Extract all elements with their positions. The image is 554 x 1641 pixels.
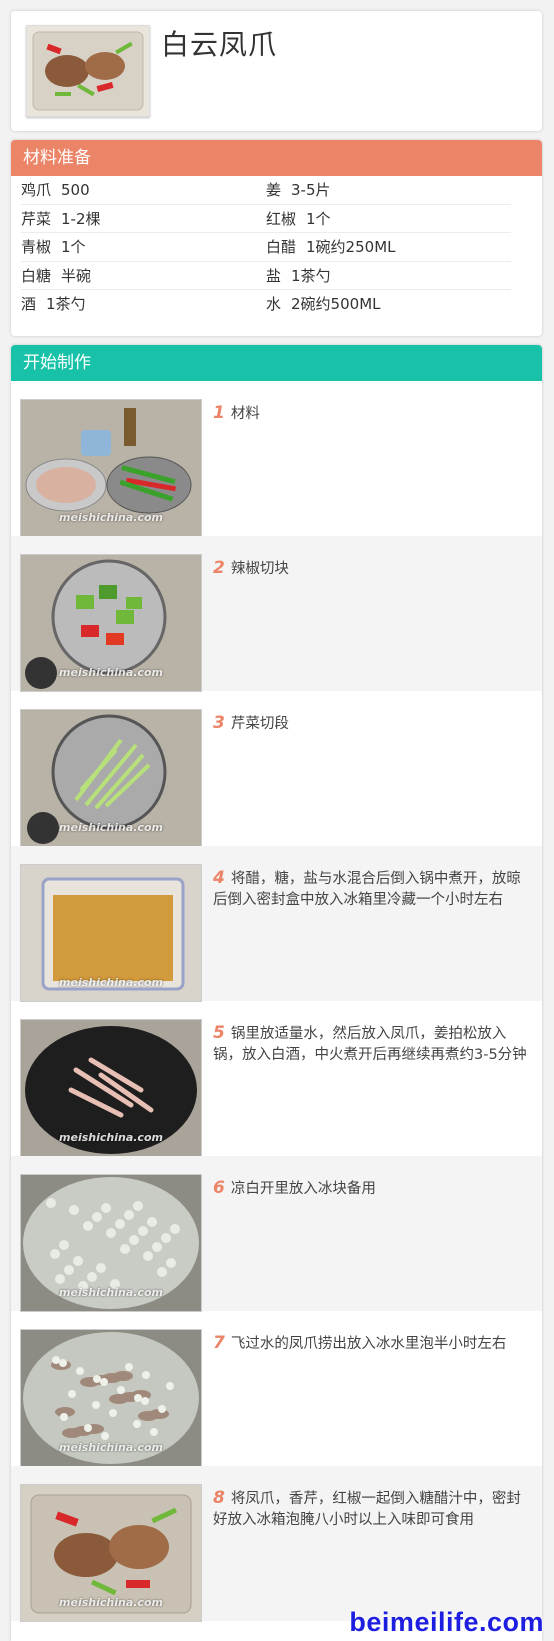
step-number: 4 [213, 868, 225, 888]
ingredient-amount: 3-5片 [291, 181, 331, 199]
photo-watermark: meishichina.com [59, 1441, 163, 1454]
step-photo[interactable]: meishichina.com [20, 1329, 202, 1467]
step-description: 5 锅里放适量水，然后放入凤爪，姜拍松放入锅，放入白酒，中火煮开后再继续再煮约3-… [213, 1023, 531, 1066]
step-photo[interactable]: meishichina.com [20, 1019, 202, 1157]
photo-watermark: meishichina.com [59, 976, 163, 989]
ingredient-amount: 1茶勺 [291, 266, 331, 285]
ingredient-amount: 半碗 [61, 266, 92, 285]
step-photo[interactable]: meishichina.com [20, 554, 202, 692]
step-item: meishichina.com 8 将凤爪，香芹，红椒一起倒入糖醋汁中，密封好放入冰… [11, 1466, 542, 1622]
ingredient-row: 芹菜 1-2棵 红椒 1个 [21, 205, 532, 233]
step-text: 将醋，糖，盐与水混合后倒入锅中煮开，放晾后倒入密封盒中放入冰箱里冷藏一个小时左右 [213, 871, 521, 908]
step-description: 7 飞过水的凤爪捞出放入冰水里泡半小时左右 [213, 1333, 531, 1355]
step-text: 将凤爪，香芹，红椒一起倒入糖醋汁中，密封好放入冰箱泡腌八小时以上入味即可食用 [213, 1491, 521, 1528]
step-photo[interactable]: meishichina.com [20, 399, 202, 537]
steps-heading: 开始制作 [11, 345, 542, 381]
ingredient-name: 芹菜 [21, 209, 52, 228]
step-photo[interactable]: meishichina.com [20, 709, 202, 847]
step-number: 7 [213, 1333, 225, 1353]
ingredient-name: 水 [266, 295, 282, 313]
step-photo[interactable]: meishichina.com [20, 1484, 202, 1622]
step-description: 8 将凤爪，香芹，红椒一起倒入糖醋汁中，密封好放入冰箱泡腌八小时以上入味即可食用 [213, 1488, 531, 1531]
step-number: 6 [213, 1178, 225, 1198]
step-text: 锅里放适量水，然后放入凤爪，姜拍松放入锅，放入白酒，中火煮开后再继续再煮约3-5… [213, 1026, 527, 1063]
recipe-thumbnail[interactable] [26, 25, 150, 117]
step-item: meishichina.com 2 辣椒切块 [11, 536, 542, 692]
ingredient-name: 红椒 [266, 209, 297, 228]
ingredient-item: 白醋 1碗约250ML [266, 233, 511, 262]
site-logo[interactable]: beimeilife.com [349, 1607, 544, 1638]
ingredient-amount: 1碗约250ML [306, 238, 396, 256]
step-text: 飞过水的凤爪捞出放入冰水里泡半小时左右 [230, 1336, 507, 1352]
step-item: meishichina.com 5 锅里放适量水，然后放入凤爪，姜拍松放入锅，放入白… [11, 1001, 542, 1157]
ingredient-item: 白糖 半碗 [21, 262, 266, 290]
ingredient-amount: 1-2棵 [61, 209, 101, 228]
ingredient-item: 鸡爪 500 [21, 176, 266, 205]
step-text: 辣椒切块 [230, 561, 289, 577]
ingredient-amount: 1个 [61, 238, 86, 256]
ingredient-name: 姜 [266, 181, 282, 199]
step-photo[interactable]: meishichina.com [20, 1174, 202, 1312]
ingredient-item: 红椒 1个 [266, 205, 511, 233]
ingredient-name: 白醋 [266, 238, 297, 256]
ingredient-name: 青椒 [21, 238, 52, 256]
step-description: 3 芹菜切段 [213, 713, 531, 735]
recipe-title: 白云凤爪 [161, 28, 278, 61]
ingredient-item: 水 2碗约500ML [266, 290, 511, 319]
ingredient-name: 鸡爪 [21, 181, 52, 199]
ingredient-item: 酒 1茶勺 [21, 290, 266, 319]
ingredient-amount: 1个 [306, 209, 331, 228]
step-item: meishichina.com 3 芹菜切段 [11, 691, 542, 847]
ingredient-amount: 1茶勺 [46, 295, 86, 313]
step-item: meishichina.com 7 飞过水的凤爪捞出放入冰水里泡半小时左右 [11, 1311, 542, 1467]
ingredient-name: 盐 [266, 266, 282, 285]
step-item: meishichina.com 1 材料 [11, 381, 542, 537]
step-text: 芹菜切段 [230, 716, 289, 732]
steps-list: meishichina.com 1 材料 meishichina.com 2 辣椒切块 me… [11, 381, 542, 1622]
ingredient-item: 盐 1茶勺 [266, 262, 511, 290]
step-number: 1 [213, 403, 225, 423]
ingredient-row: 鸡爪 500 姜 3-5片 [21, 176, 532, 205]
ingredient-row: 青椒 1个 白醋 1碗约250ML [21, 233, 532, 262]
step-number: 5 [213, 1023, 225, 1043]
step-number: 2 [213, 558, 225, 578]
ingredient-amount: 500 [61, 181, 90, 199]
ingredient-name: 酒 [21, 295, 37, 313]
photo-watermark: meishichina.com [59, 821, 163, 834]
photo-watermark: meishichina.com [59, 1596, 163, 1609]
step-description: 4 将醋，糖，盐与水混合后倒入锅中煮开，放晾后倒入密封盒中放入冰箱里冷藏一个小时左… [213, 868, 531, 911]
ingredient-row: 白糖 半碗盐 1茶勺 [21, 262, 532, 290]
ingredient-amount: 2碗约500ML [291, 295, 381, 313]
ingredient-row: 酒 1茶勺 水 2碗约500ML [21, 290, 532, 319]
step-text: 材料 [230, 406, 260, 422]
photo-watermark: meishichina.com [59, 666, 163, 679]
ingredient-item: 姜 3-5片 [266, 176, 511, 205]
step-number: 3 [213, 713, 225, 733]
step-description: 2 辣椒切块 [213, 558, 531, 580]
photo-watermark: meishichina.com [59, 1286, 163, 1299]
photo-watermark: meishichina.com [59, 511, 163, 524]
ingredients-list: 鸡爪 500 姜 3-5片 芹菜 1-2棵 红椒 1个 青椒 1个 白醋 1碗约250ML 白糖 半碗盐 1… [11, 176, 542, 319]
ingredient-item: 芹菜 1-2棵 [21, 205, 266, 233]
step-photo[interactable]: meishichina.com [20, 864, 202, 1002]
step-description: 1 材料 [213, 403, 531, 425]
step-text: 凉白开里放入冰块备用 [230, 1181, 376, 1197]
step-number: 8 [213, 1488, 225, 1508]
step-item: meishichina.com 6 凉白开里放入冰块备用 [11, 1156, 542, 1312]
ingredients-card: 材料准备 鸡爪 500 姜 3-5片 芹菜 1-2棵 红椒 1个 青椒 1个 白醋 1碗约250ML 白… [11, 140, 542, 336]
photo-watermark: meishichina.com [59, 1131, 163, 1144]
step-item: meishichina.com 4 将醋，糖，盐与水混合后倒入锅中煮开，放晾后倒入密… [11, 846, 542, 1002]
ingredients-heading: 材料准备 [11, 140, 542, 176]
recipe-header-card: 白云凤爪 [11, 11, 542, 131]
ingredient-name: 白糖 [21, 266, 52, 285]
step-description: 6 凉白开里放入冰块备用 [213, 1178, 531, 1200]
ingredient-item: 青椒 1个 [21, 233, 266, 262]
steps-card: 开始制作 meishichina.com 1 材料 meishichina.com 2 辣… [11, 345, 542, 1641]
